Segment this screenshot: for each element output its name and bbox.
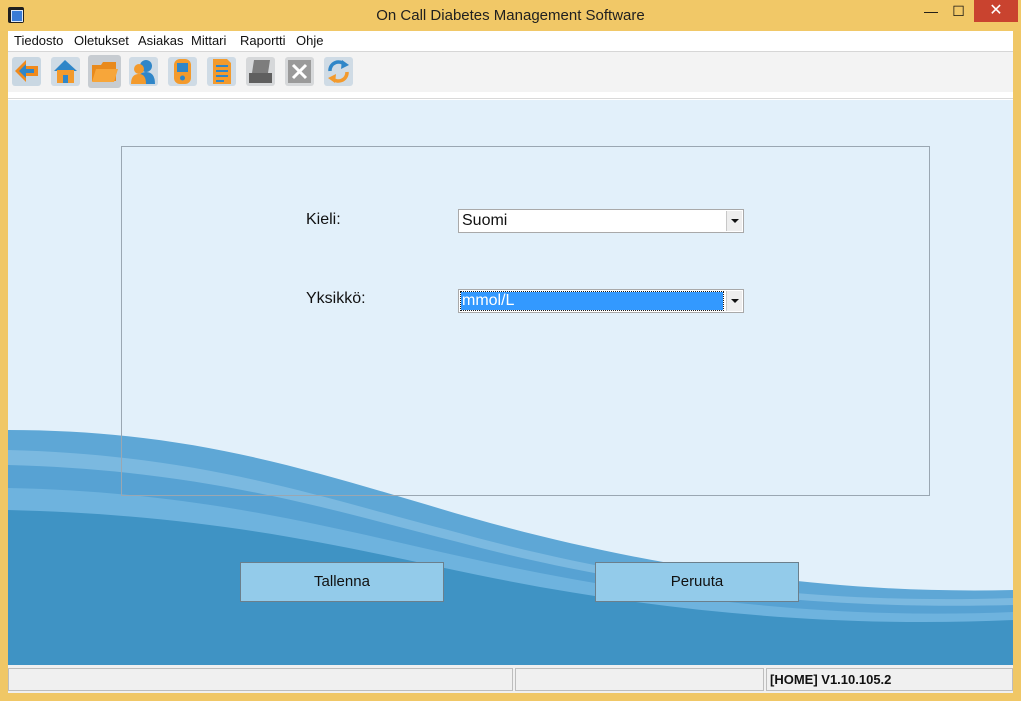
open-button[interactable]: [88, 55, 121, 88]
chevron-down-icon[interactable]: [726, 291, 742, 311]
cancel-button[interactable]: Peruuta: [595, 562, 799, 602]
menu-oletukset[interactable]: Oletukset: [74, 33, 129, 48]
close-button[interactable]: ✕: [974, 0, 1018, 22]
maximize-button[interactable]: ☐: [945, 0, 972, 22]
settings-panel: [121, 146, 930, 496]
minimize-button[interactable]: —: [917, 0, 945, 22]
open-folder-icon: [92, 62, 118, 82]
language-select-value: Suomi: [462, 212, 508, 229]
menu-mittari[interactable]: Mittari: [191, 33, 226, 48]
unit-select[interactable]: mmol/L: [458, 289, 744, 313]
refresh-button[interactable]: [322, 55, 355, 88]
report-icon: [207, 57, 236, 86]
menu-raportti[interactable]: Raportti: [240, 33, 286, 48]
print-icon: [246, 57, 275, 86]
home-button[interactable]: [49, 55, 82, 88]
meter-button[interactable]: [166, 55, 199, 88]
refresh-icon: [324, 57, 353, 86]
back-button[interactable]: [10, 55, 43, 88]
status-pane-2: [515, 668, 764, 691]
title-bar[interactable]: On Call Diabetes Management Software — ☐…: [0, 0, 1021, 31]
language-select[interactable]: Suomi: [458, 209, 744, 233]
window-title: On Call Diabetes Management Software: [376, 7, 645, 24]
status-version: [HOME] V1.10.105.2: [766, 668, 1013, 691]
status-bar: [HOME] V1.10.105.2: [8, 665, 1013, 693]
toolbar-separator: [8, 98, 1013, 99]
report-button[interactable]: [205, 55, 238, 88]
home-icon: [51, 57, 80, 86]
client-area: Tiedosto Oletukset Asiakas Mittari Rapor…: [8, 31, 1013, 693]
patients-icon: [129, 57, 158, 86]
app-window: On Call Diabetes Management Software — ☐…: [0, 0, 1021, 701]
print-button[interactable]: [244, 55, 277, 88]
toolbar: [8, 52, 1013, 92]
chevron-down-icon[interactable]: [726, 211, 742, 231]
status-pane-1: [8, 668, 513, 691]
meter-icon: [168, 57, 197, 86]
unit-select-value: mmol/L: [460, 291, 724, 311]
back-arrow-icon: [12, 57, 41, 86]
patients-button[interactable]: [127, 55, 160, 88]
menu-bar: Tiedosto Oletukset Asiakas Mittari Rapor…: [8, 31, 1013, 52]
save-button[interactable]: Tallenna: [240, 562, 444, 602]
unit-label: Yksikkö:: [306, 290, 366, 307]
language-label: Kieli:: [306, 211, 341, 228]
excel-export-button[interactable]: [283, 55, 316, 88]
menu-asiakas[interactable]: Asiakas: [138, 33, 184, 48]
settings-content: Kieli: Suomi Yksikkö: mmol/L Tallenna Pe…: [8, 100, 1013, 665]
menu-tiedosto[interactable]: Tiedosto: [14, 33, 63, 48]
excel-export-icon: [285, 57, 314, 86]
menu-ohje[interactable]: Ohje: [296, 33, 323, 48]
